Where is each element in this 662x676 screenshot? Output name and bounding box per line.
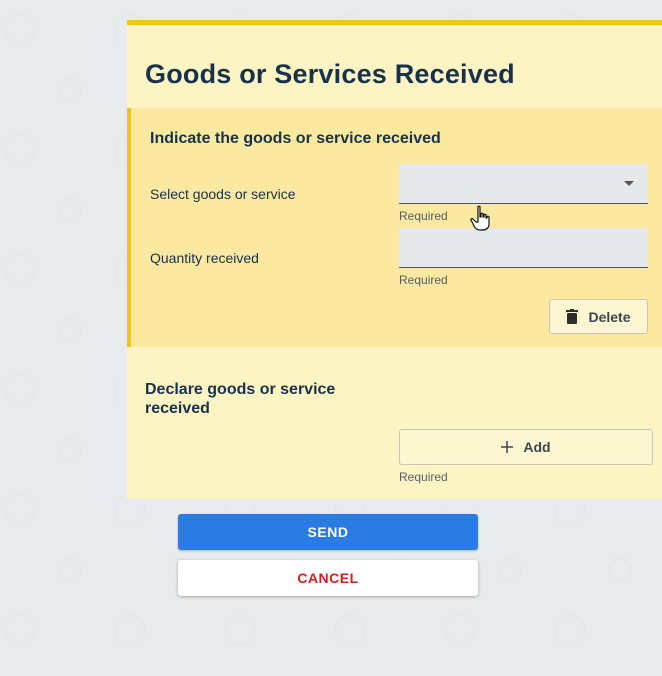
add-helper: Required xyxy=(399,470,448,484)
select-goods-label: Select goods or service xyxy=(150,186,296,202)
hand-pointer-icon xyxy=(470,205,490,231)
add-label: Add xyxy=(523,439,551,455)
quantity-helper: Required xyxy=(399,273,448,287)
chevron-down-icon xyxy=(624,181,634,186)
trash-icon xyxy=(566,309,579,324)
select-goods-dropdown[interactable] xyxy=(399,164,648,204)
goods-services-card: Goods or Services Received Indicate the … xyxy=(127,20,662,499)
section-heading: Indicate the goods or service received xyxy=(150,130,441,147)
delete-label: Delete xyxy=(588,308,631,325)
page-title: Goods or Services Received xyxy=(145,59,515,89)
quantity-field[interactable] xyxy=(399,228,648,268)
send-button[interactable]: SEND xyxy=(178,514,478,550)
add-button[interactable]: Add xyxy=(399,429,653,465)
goods-service-section: Indicate the goods or service received S… xyxy=(127,108,662,347)
select-goods-helper: Required xyxy=(399,209,448,223)
plus-icon xyxy=(501,441,514,453)
quantity-label: Quantity received xyxy=(150,250,259,266)
delete-button[interactable]: Delete xyxy=(549,299,648,334)
quantity-input[interactable] xyxy=(399,228,648,267)
cancel-button[interactable]: CANCEL xyxy=(178,560,478,596)
declare-heading: Declare goods or service received xyxy=(145,381,336,417)
